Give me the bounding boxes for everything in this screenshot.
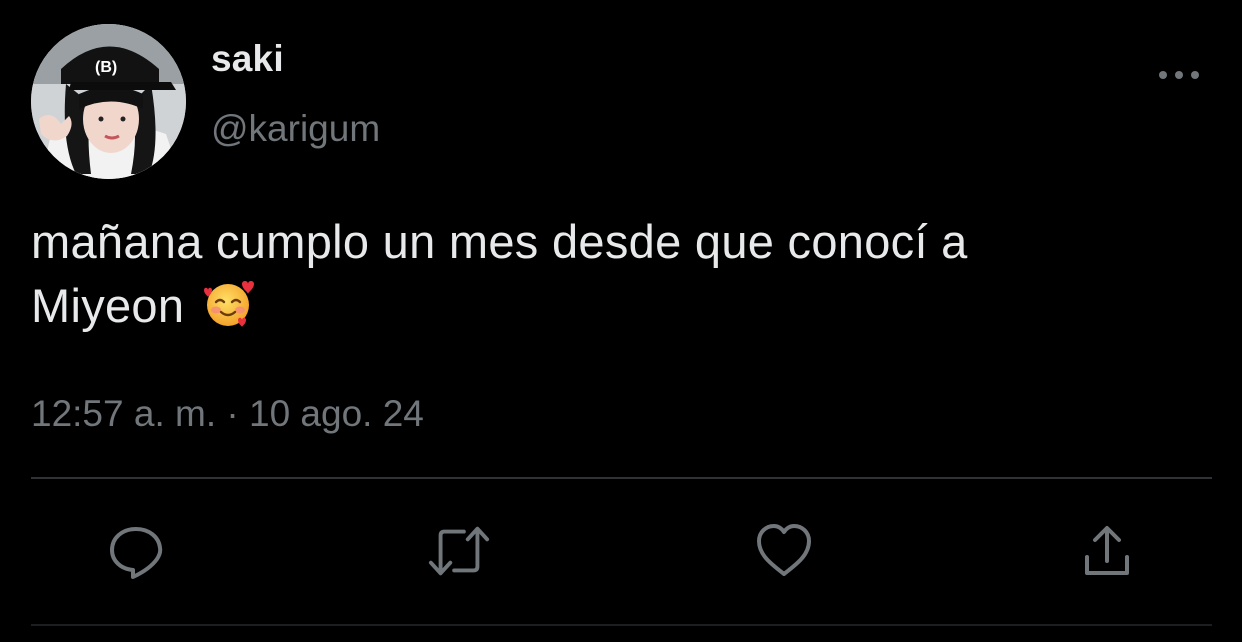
more-dots-icon	[1159, 71, 1199, 79]
svg-text:(B): (B)	[95, 59, 117, 76]
retweet-arrows-icon	[428, 526, 490, 576]
tweet-text-line-2: Miyeon	[31, 274, 1211, 338]
retweet-button[interactable]	[427, 519, 491, 583]
more-options-button[interactable]	[1153, 60, 1205, 90]
tweet-timestamp[interactable]: 12:57 a. m. · 10 ago. 24	[31, 393, 424, 435]
meta-separator: ·	[226, 393, 239, 434]
tweet-text-line-2-words: Miyeon	[31, 279, 185, 332]
avatar[interactable]: (B)	[31, 24, 186, 179]
author-handle[interactable]: @karigum	[211, 108, 380, 150]
bottom-divider	[31, 624, 1212, 626]
reply-button[interactable]	[104, 519, 168, 583]
heart-icon	[757, 524, 811, 576]
tweet-text-line-1: mañana cumplo un mes desde que conocí a	[31, 215, 968, 268]
tweet-text: mañana cumplo un mes desde que conocí a …	[31, 210, 1211, 338]
divider	[31, 477, 1212, 479]
smiling-face-with-hearts-icon	[202, 278, 254, 330]
share-upload-icon	[1085, 526, 1129, 575]
like-button[interactable]	[752, 519, 816, 583]
tweet-time: 12:57 a. m.	[31, 393, 217, 434]
tweet-date: 10 ago. 24	[249, 393, 424, 434]
avatar-photo: (B)	[31, 24, 186, 179]
author-display-name[interactable]: saki	[211, 38, 284, 80]
speech-bubble-icon	[110, 527, 163, 579]
share-button[interactable]	[1075, 519, 1139, 583]
